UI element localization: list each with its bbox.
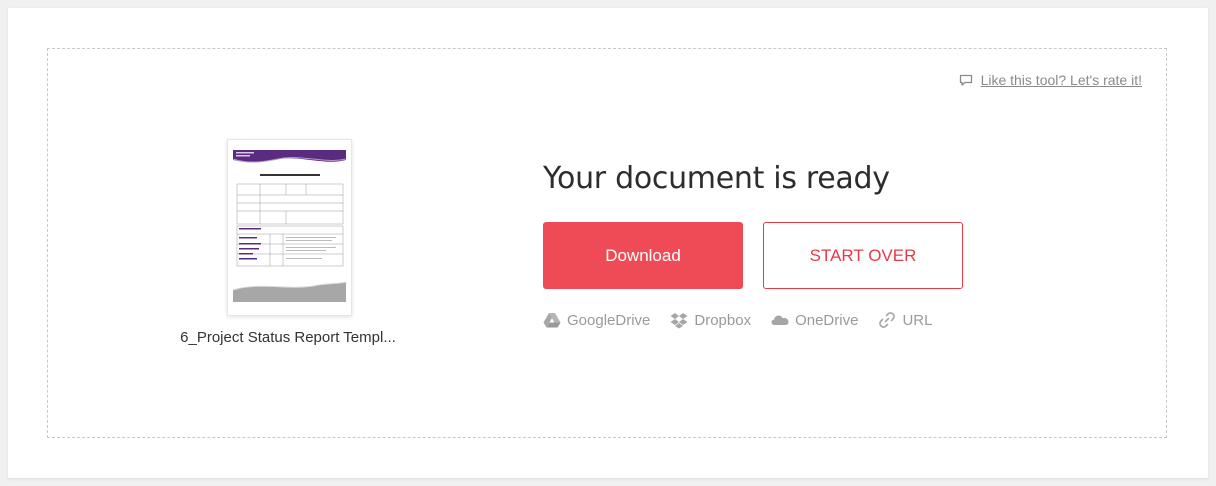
link-icon [878,311,896,329]
result-panel: Like this tool? Let's rate it! 6_Project… [47,48,1167,438]
rate-link[interactable]: Like this tool? Let's rate it! [981,72,1142,88]
onedrive-option[interactable]: OneDrive [771,312,858,329]
save-destinations: GoogleDrive Dropbox OneDrive URL [543,311,932,329]
onedrive-icon [771,314,789,326]
result-title: Your document is ready [543,161,890,196]
dropbox-icon [670,312,688,329]
url-option[interactable]: URL [878,311,932,329]
comment-icon [959,74,973,87]
google-drive-label: GoogleDrive [567,311,651,329]
google-drive-icon [543,312,561,328]
start-over-button[interactable]: START OVER [763,222,963,289]
download-button[interactable]: Download [543,222,743,289]
file-name: 6_Project Status Report Templ... [180,329,396,346]
main-card: Like this tool? Let's rate it! 6_Project… [8,8,1208,478]
google-drive-option[interactable]: GoogleDrive [543,312,650,329]
dropbox-label: Dropbox [694,311,752,329]
url-label: URL [902,311,933,329]
rate-tool[interactable]: Like this tool? Let's rate it! [959,72,1142,88]
onedrive-label: OneDrive [795,311,859,329]
dropbox-option[interactable]: Dropbox [670,312,751,329]
document-thumbnail [227,139,352,316]
